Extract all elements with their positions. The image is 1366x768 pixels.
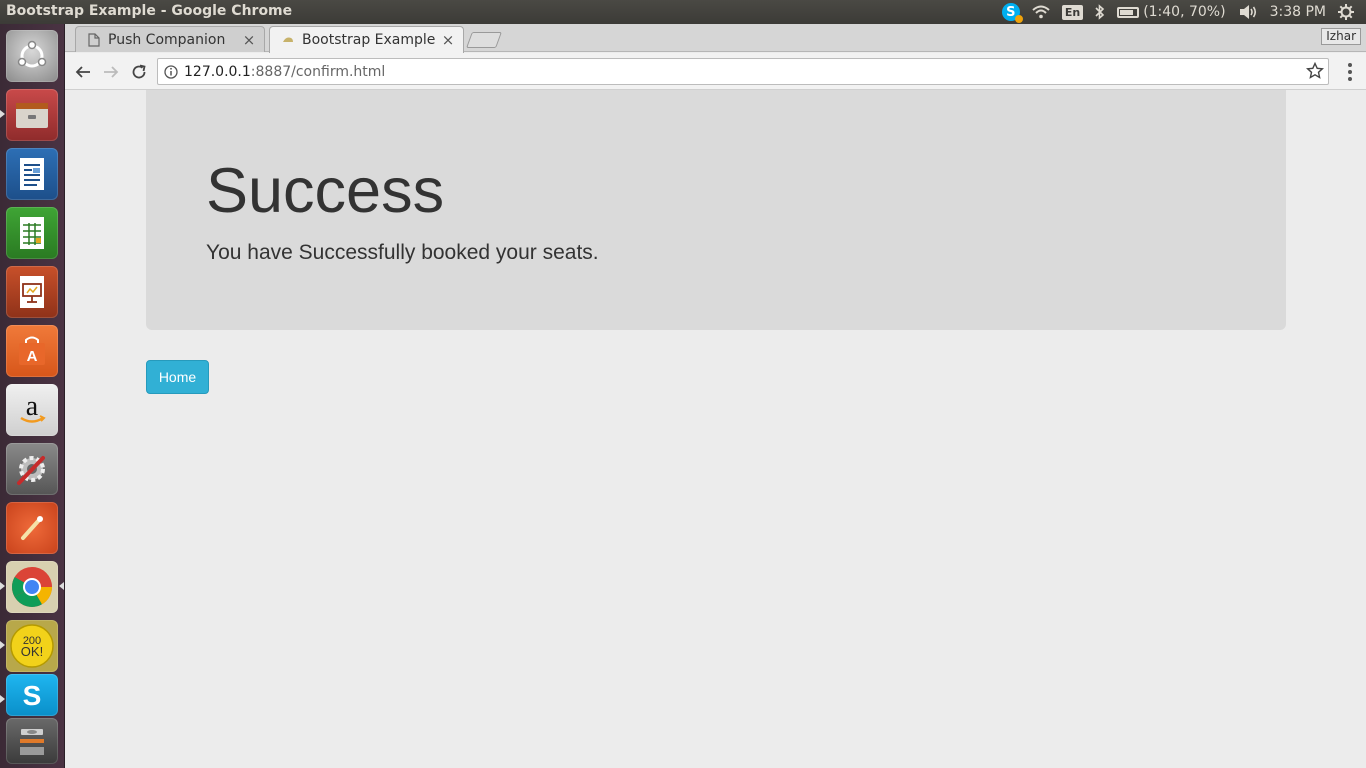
ubuntu-software-icon[interactable]: A <box>6 325 58 377</box>
success-message: You have Successfully booked your seats. <box>206 241 599 264</box>
page-content: Success You have Successfully booked you… <box>65 90 1366 768</box>
back-button[interactable] <box>72 61 94 83</box>
battery-text: (1:40, 70%) <box>1143 4 1226 20</box>
tab-label: Push Companion <box>108 31 226 48</box>
page-title: Success <box>206 156 445 226</box>
jumbotron: Success You have Successfully booked you… <box>146 90 1286 330</box>
ubuntu-dash-icon[interactable] <box>6 30 58 82</box>
files-icon[interactable] <box>6 89 58 141</box>
bookmark-star-icon[interactable] <box>1305 61 1325 84</box>
forward-button[interactable] <box>100 61 122 83</box>
system-settings-icon[interactable] <box>6 443 58 495</box>
tab-push-companion[interactable]: Push Companion × <box>75 26 265 52</box>
url-host: 127.0.0.1 <box>184 63 251 80</box>
svg-text:A: A <box>27 348 38 365</box>
loading-favicon-icon <box>282 33 294 47</box>
keyboard-layout-indicator[interactable]: En <box>1061 4 1084 20</box>
clock[interactable]: 3:38 PM <box>1270 4 1326 20</box>
address-bar[interactable]: 127.0.0.1:8887/confirm.html <box>157 58 1329 85</box>
system-tray: S En (1:40, 70%) 3:38 PM <box>1001 0 1366 24</box>
skype-icon[interactable]: S <box>6 674 58 716</box>
browser-toolbar: 127.0.0.1:8887/confirm.html <box>65 53 1366 90</box>
arrow-right-icon <box>104 66 119 78</box>
200-ok-icon[interactable]: 200 OK! <box>6 620 58 672</box>
system-top-bar: Bootstrap Example - Google Chrome S En (… <box>0 0 1366 24</box>
svg-text:OK!: OK! <box>21 644 43 659</box>
battery-icon <box>1117 6 1140 18</box>
skype-tray-icon[interactable]: S <box>1001 3 1023 23</box>
tab-label: Bootstrap Example <box>302 32 436 48</box>
chrome-icon[interactable] <box>6 561 58 613</box>
reload-icon <box>132 64 146 79</box>
new-tab-button[interactable] <box>466 32 502 48</box>
tab-close-button[interactable]: × <box>240 31 258 49</box>
document-icon <box>88 32 100 47</box>
browser-tab-strip: Push Companion × Bootstrap Example × Izh… <box>65 24 1366 53</box>
amazon-icon[interactable]: a <box>6 384 58 436</box>
window-title: Bootstrap Example - Google Chrome <box>6 3 293 19</box>
site-info-icon[interactable] <box>158 64 184 79</box>
wifi-icon[interactable] <box>1032 5 1050 19</box>
libreoffice-writer-icon[interactable] <box>6 148 58 200</box>
reload-button[interactable] <box>128 61 150 83</box>
inkscape-icon[interactable] <box>6 502 58 554</box>
session-gear-icon[interactable] <box>1338 4 1354 20</box>
tab-bootstrap-example[interactable]: Bootstrap Example × <box>269 26 464 53</box>
trash-icon[interactable] <box>6 718 58 764</box>
home-button[interactable]: Home <box>146 360 209 394</box>
libreoffice-calc-icon[interactable] <box>6 207 58 259</box>
tab-close-button[interactable]: × <box>439 31 457 49</box>
battery-indicator[interactable]: (1:40, 70%) <box>1117 4 1226 20</box>
arrow-left-icon <box>75 66 90 78</box>
svg-text:S: S <box>23 680 42 710</box>
unity-launcher: A a 200 OK! S <box>0 24 65 768</box>
profile-name-button[interactable]: Izhar <box>1321 28 1361 45</box>
volume-icon[interactable] <box>1238 4 1258 20</box>
svg-text:a: a <box>26 393 39 422</box>
url-path: :8887/confirm.html <box>250 63 386 80</box>
bluetooth-icon[interactable] <box>1095 4 1105 20</box>
chrome-menu-button[interactable] <box>1342 62 1358 82</box>
libreoffice-impress-icon[interactable] <box>6 266 58 318</box>
